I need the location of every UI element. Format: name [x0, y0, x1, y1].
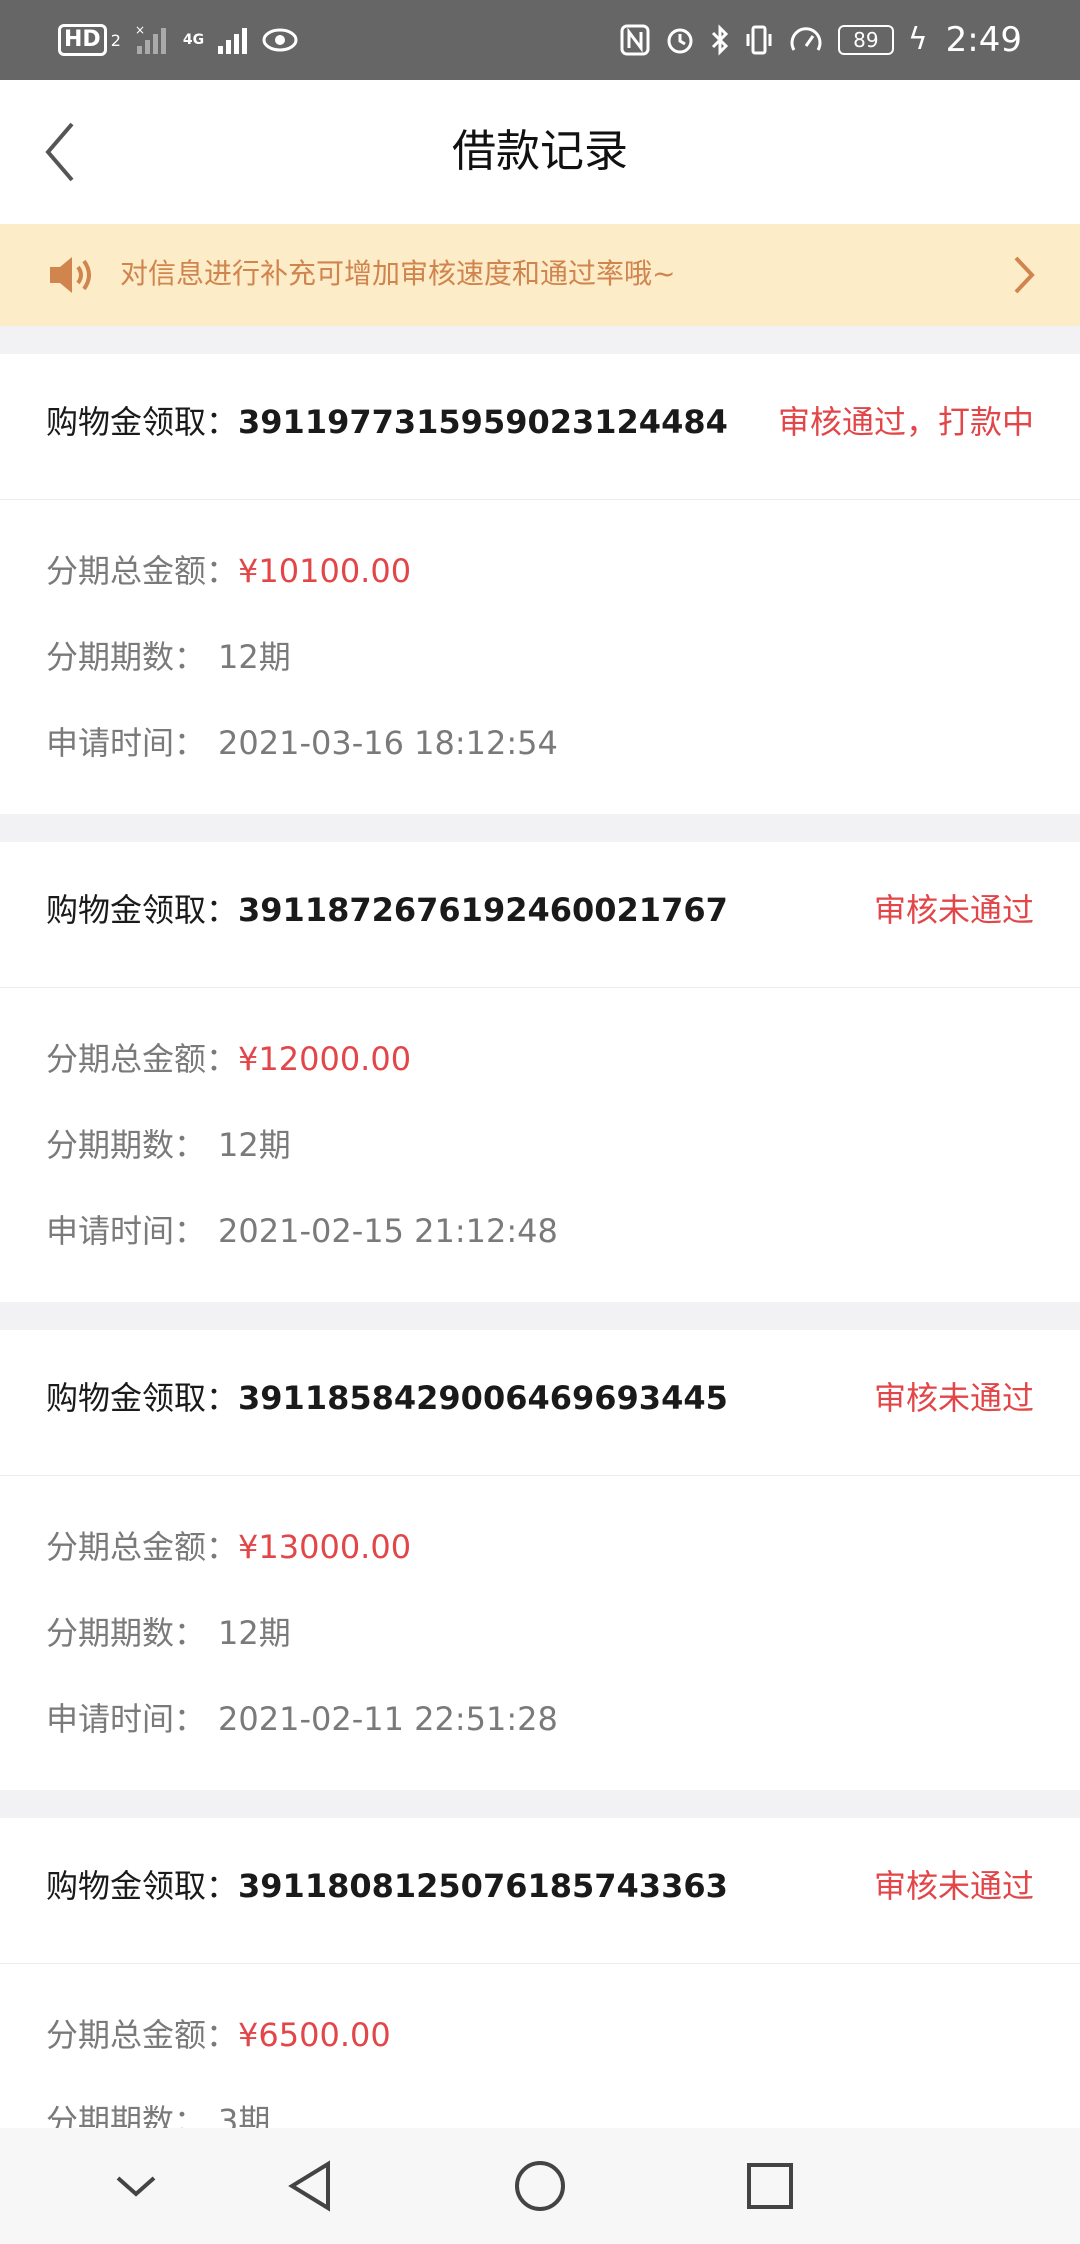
- app-header: 借款记录: [0, 80, 1080, 224]
- sim-index: 2: [110, 30, 121, 50]
- record-list: 购物金领取：3911977315959023124484 审核通过，打款中 分期…: [0, 354, 1080, 2220]
- recents-square-icon[interactable]: [744, 2158, 796, 2214]
- apply-time-row: 申请时间： 2021-02-11 22:51:28: [46, 1700, 558, 1738]
- record-id: 购物金领取：3911858429006469693445: [46, 1379, 728, 1417]
- network-type: 4G: [182, 32, 205, 48]
- periods-row: 分期期数： 12期: [46, 638, 291, 676]
- alarm-icon: [667, 28, 693, 54]
- eye-icon: [262, 28, 298, 52]
- periods-value: 12期: [218, 1614, 291, 1652]
- total-amount-value: ¥6500.00: [238, 2016, 391, 2054]
- chevron-right-icon: [1014, 256, 1035, 294]
- total-amount-row: 分期总金额：¥12000.00: [46, 1040, 412, 1078]
- record-card[interactable]: 购物金领取：3911872676192460021767 审核未通过 分期总金额…: [0, 842, 1080, 1302]
- notice-text: 对信息进行补充可增加审核速度和通过率哦~: [120, 257, 676, 290]
- status-left: HD 2 × 4G: [58, 20, 298, 60]
- periods-value: 12期: [218, 638, 291, 676]
- hd-badge: HD: [58, 24, 107, 56]
- total-amount-value: ¥10100.00: [238, 552, 412, 590]
- nfc-icon: [620, 24, 650, 56]
- record-body: 分期总金额：¥12000.00 分期期数： 12期 申请时间： 2021-02-15…: [0, 988, 1080, 1302]
- clock: 2:49: [945, 20, 1022, 60]
- charging-icon: ϟ: [907, 22, 928, 57]
- record-header: 购物金领取：3911977315959023124484 审核通过，打款中: [0, 354, 1080, 500]
- status-bar: HD 2 × 4G 89 ϟ 2:49: [0, 0, 1080, 80]
- total-amount-value: ¥12000.00: [238, 1040, 412, 1078]
- status-right: 89 ϟ 2:49: [620, 20, 1022, 60]
- periods-value: 12期: [218, 1126, 291, 1164]
- total-amount-row: 分期总金额：¥6500.00: [46, 2016, 391, 2054]
- record-id: 购物金领取：3911808125076185743363: [46, 1867, 728, 1905]
- total-amount-row: 分期总金额：¥13000.00: [46, 1528, 412, 1566]
- apply-time-value: 2021-03-16 18:12:54: [218, 724, 558, 762]
- signal-icon: [218, 28, 248, 54]
- back-triangle-icon[interactable]: [284, 2158, 336, 2214]
- record-header: 购物金领取：3911872676192460021767 审核未通过: [0, 842, 1080, 988]
- record-card[interactable]: 购物金领取：3911858429006469693445 审核未通过 分期总金额…: [0, 1330, 1080, 1790]
- record-body: 分期总金额：¥13000.00 分期期数： 12期 申请时间： 2021-02-11…: [0, 1476, 1080, 1790]
- periods-row: 分期期数： 12期: [46, 1614, 291, 1652]
- home-circle-icon[interactable]: [512, 2158, 568, 2214]
- apply-time-row: 申请时间： 2021-03-16 18:12:54: [46, 724, 558, 762]
- record-status: 审核未通过: [873, 1379, 1034, 1417]
- apply-time-value: 2021-02-11 22:51:28: [218, 1700, 558, 1738]
- chevron-down-icon[interactable]: [114, 2158, 158, 2214]
- record-status: 审核未通过: [873, 1867, 1034, 1905]
- record-card[interactable]: 购物金领取：3911977315959023124484 审核通过，打款中 分期…: [0, 354, 1080, 814]
- record-id: 购物金领取：3911872676192460021767: [46, 891, 728, 929]
- total-amount-value: ¥13000.00: [238, 1528, 412, 1566]
- apply-time-value: 2021-02-15 21:12:48: [218, 1212, 558, 1250]
- speed-icon: [790, 27, 822, 51]
- speaker-icon: [50, 257, 91, 293]
- system-nav-bar: [0, 2128, 1080, 2244]
- battery-icon: 89: [837, 25, 894, 55]
- record-body: 分期总金额：¥10100.00 分期期数： 12期 申请时间： 2021-03-16…: [0, 500, 1080, 814]
- signal-off-icon: ×: [135, 24, 166, 54]
- page-title: 借款记录: [452, 126, 628, 177]
- record-id: 购物金领取：3911977315959023124484: [46, 403, 728, 441]
- bluetooth-icon: [711, 24, 728, 56]
- record-status: 审核通过，打款中: [777, 403, 1034, 441]
- record-header: 购物金领取：3911808125076185743363 审核未通过: [0, 1818, 1080, 1964]
- vibrate-icon: [746, 25, 772, 55]
- notice-banner[interactable]: 对信息进行补充可增加审核速度和通过率哦~: [0, 224, 1080, 326]
- apply-time-row: 申请时间： 2021-02-15 21:12:48: [46, 1212, 558, 1250]
- svg-text:×: ×: [135, 24, 145, 37]
- record-status: 审核未通过: [873, 891, 1034, 929]
- total-amount-row: 分期总金额：¥10100.00: [46, 552, 412, 590]
- record-header: 购物金领取：3911858429006469693445 审核未通过: [0, 1330, 1080, 1476]
- periods-row: 分期期数： 12期: [46, 1126, 291, 1164]
